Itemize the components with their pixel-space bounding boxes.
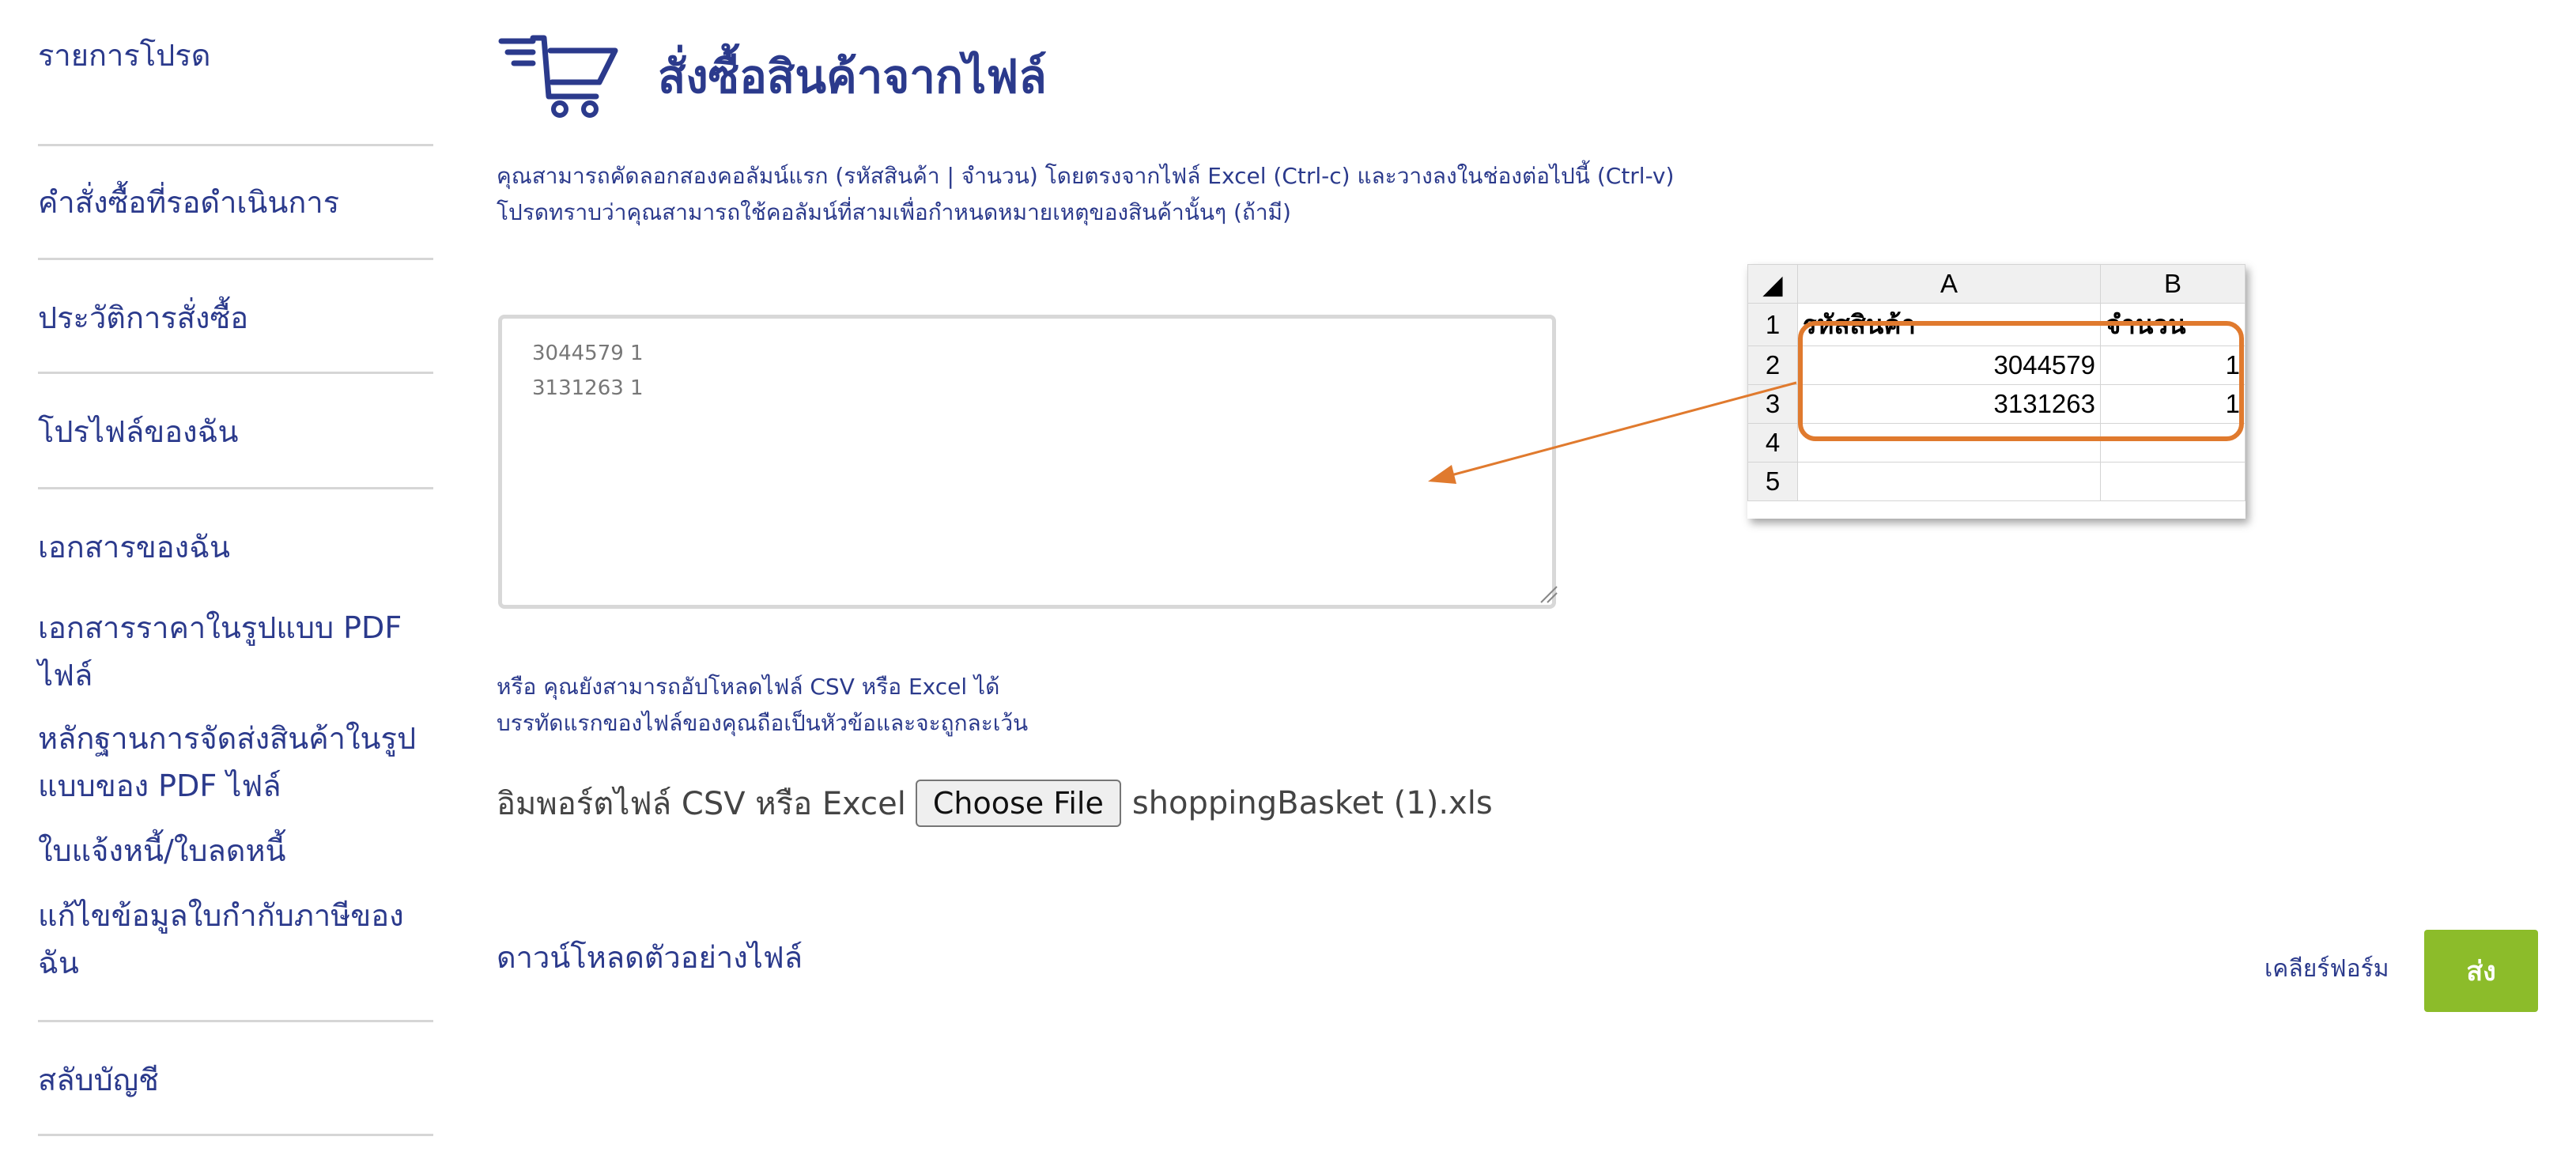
paste-instructions: คุณสามารถคัดลอกสองคอลัมน์แรก (รหัสสินค้า… <box>497 158 1841 231</box>
sidebar-divider <box>38 258 433 260</box>
sidebar-item-edit-tax-invoice[interactable]: แก้ไขข้อมูลใบกำกับภาษีของฉัน <box>38 892 433 987</box>
excel-cell <box>2100 462 2246 501</box>
row-number: 3 <box>1747 384 1798 424</box>
instruction-line: โปรดทราบว่าคุณสามารถใช้คอลัมน์ที่สามเพื่… <box>497 199 1291 225</box>
sidebar-item-invoices-credit-notes[interactable]: ใบแจ้งหนี้/ใบลดหนี้ <box>38 827 285 874</box>
row-number: 1 <box>1747 303 1798 346</box>
row-number: 2 <box>1747 346 1798 385</box>
sidebar-divider <box>38 144 433 146</box>
row-number: 4 <box>1747 423 1798 463</box>
sidebar-item-favorites[interactable]: รายการโปรด <box>38 32 210 79</box>
sidebar-item-delivery-proof-pdf[interactable]: หลักฐานการจัดส่งสินค้าในรูปแบบของ PDF ไฟ… <box>38 715 433 810</box>
sidebar-divider <box>38 487 433 489</box>
file-import-row: อิมพอร์ตไฟล์ CSV หรือ Excel Choose File … <box>497 778 1493 829</box>
import-label: อิมพอร์ตไฟล์ CSV หรือ Excel <box>497 786 906 822</box>
column-header: B <box>2100 264 2246 304</box>
paste-items-textarea[interactable] <box>498 315 1556 609</box>
sidebar-item-price-documents-pdf[interactable]: เอกสารราคาในรูปแบบ PDF ไฟล์ <box>38 604 433 699</box>
excel-cell <box>1797 462 2101 501</box>
choose-file-button[interactable]: Choose File <box>915 780 1121 827</box>
page-title: สั่งซื้อสินค้าจากไฟล์ <box>658 50 1047 104</box>
instruction-line: คุณสามารถคัดลอกสองคอลัมน์แรก (รหัสสินค้า… <box>497 163 1675 189</box>
sidebar-divider <box>38 372 433 374</box>
upload-instruction-line: หรือ คุณยังสามารถอัปโหลดไฟล์ CSV หรือ Ex… <box>497 674 1000 700</box>
excel-selection-highlight <box>1798 321 2244 441</box>
selected-file-name: shoppingBasket (1).xls <box>1131 785 1493 821</box>
sidebar-item-my-profile[interactable]: โปรไฟล์ของฉัน <box>38 408 238 455</box>
sidebar-divider <box>38 1020 433 1022</box>
sidebar-item-pending-orders[interactable]: คำสั่งซื้อที่รอดำเนินการ <box>38 179 339 226</box>
corner-cell: ◢ <box>1747 264 1798 304</box>
column-header: A <box>1797 264 2101 304</box>
upload-instruction-line: บรรทัดแรกของไฟล์ของคุณถือเป็นหัวข้อและจะ… <box>497 710 1029 736</box>
row-number: 5 <box>1747 462 1798 501</box>
upload-instructions: หรือ คุณยังสามารถอัปโหลดไฟล์ CSV หรือ Ex… <box>497 669 1028 742</box>
download-sample-link[interactable]: ดาวน์โหลดตัวอย่างไฟล์ <box>497 933 803 981</box>
sidebar-item-switch-account[interactable]: สลับบัญชี <box>38 1056 159 1104</box>
sidebar-item-my-documents[interactable]: เอกสารของฉัน <box>38 523 230 571</box>
sidebar-item-order-history[interactable]: ประวัติการสั่งซื้อ <box>38 294 248 342</box>
shopping-cart-icon <box>498 35 618 118</box>
sidebar-divider <box>38 1134 433 1136</box>
submit-button[interactable]: ส่ง <box>2424 930 2538 1012</box>
clear-form-link[interactable]: เคลียร์ฟอร์ม <box>2264 950 2389 987</box>
resize-handle-icon[interactable] <box>1538 583 1558 604</box>
